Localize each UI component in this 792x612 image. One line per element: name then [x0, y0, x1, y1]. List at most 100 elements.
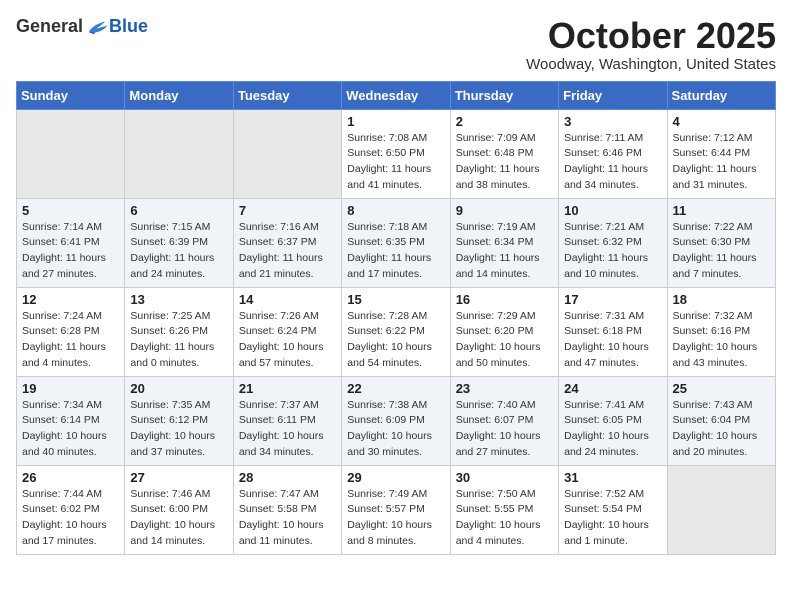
day-info: Sunrise: 7:16 AMSunset: 6:37 PMDaylight:…	[239, 220, 336, 283]
day-info: Sunrise: 7:41 AMSunset: 6:05 PMDaylight:…	[564, 398, 661, 461]
day-info: Sunrise: 7:25 AMSunset: 6:26 PMDaylight:…	[130, 309, 227, 372]
weekday-header-tuesday: Tuesday	[233, 81, 341, 109]
weekday-header-wednesday: Wednesday	[342, 81, 450, 109]
day-info: Sunrise: 7:26 AMSunset: 6:24 PMDaylight:…	[239, 309, 336, 372]
day-number: 15	[347, 292, 444, 307]
calendar-week-row: 19 Sunrise: 7:34 AMSunset: 6:14 PMDayligh…	[17, 376, 776, 465]
day-info: Sunrise: 7:18 AMSunset: 6:35 PMDaylight:…	[347, 220, 444, 283]
calendar-day-cell: 3Sunrise: 7:11 AMSunset: 6:46 PMDaylight…	[559, 109, 667, 198]
day-number: 7	[239, 203, 336, 218]
calendar-day-cell: 14 Sunrise: 7:26 AMSunset: 6:24 PMDayligh…	[233, 287, 341, 376]
calendar-day-cell: 28Sunrise: 7:47 AMSunset: 5:58 PMDayligh…	[233, 465, 341, 554]
day-info: Sunrise: 7:52 AMSunset: 5:54 PMDaylight:…	[564, 487, 661, 550]
day-number: 6	[130, 203, 227, 218]
day-number: 26	[22, 470, 119, 485]
calendar-week-row: 12 Sunrise: 7:24 AMSunset: 6:28 PMDayligh…	[17, 287, 776, 376]
day-number: 4	[673, 114, 770, 129]
logo: General Blue	[16, 16, 148, 37]
day-number: 27	[130, 470, 227, 485]
day-info: Sunrise: 7:46 AMSunset: 6:00 PMDaylight:…	[130, 487, 227, 550]
location-text: Woodway, Washington, United States	[526, 56, 776, 73]
day-info: Sunrise: 7:44 AMSunset: 6:02 PMDaylight:…	[22, 487, 119, 550]
logo-general-text: General	[16, 16, 83, 37]
calendar-day-cell: 10 Sunrise: 7:21 AMSunset: 6:32 PMDayligh…	[559, 198, 667, 287]
day-number: 25	[673, 381, 770, 396]
day-info: Sunrise: 7:14 AMSunset: 6:41 PMDaylight:…	[22, 220, 119, 283]
calendar-day-cell: 30Sunrise: 7:50 AMSunset: 5:55 PMDayligh…	[450, 465, 558, 554]
day-number: 13	[130, 292, 227, 307]
day-info: Sunrise: 7:22 AMSunset: 6:30 PMDaylight:…	[673, 220, 770, 283]
day-number: 21	[239, 381, 336, 396]
calendar-day-cell: 29Sunrise: 7:49 AMSunset: 5:57 PMDayligh…	[342, 465, 450, 554]
day-info: Sunrise: 7:37 AMSunset: 6:11 PMDaylight:…	[239, 398, 336, 461]
calendar-day-cell	[667, 465, 775, 554]
month-title: October 2025	[526, 16, 776, 56]
day-number: 9	[456, 203, 553, 218]
day-number: 17	[564, 292, 661, 307]
calendar-day-cell: 27 Sunrise: 7:46 AMSunset: 6:00 PMDayligh…	[125, 465, 233, 554]
day-info: Sunrise: 7:28 AMSunset: 6:22 PMDaylight:…	[347, 309, 444, 372]
calendar-day-cell: 2Sunrise: 7:09 AMSunset: 6:48 PMDaylight…	[450, 109, 558, 198]
calendar-day-cell	[125, 109, 233, 198]
calendar-day-cell: 19 Sunrise: 7:34 AMSunset: 6:14 PMDayligh…	[17, 376, 125, 465]
day-number: 8	[347, 203, 444, 218]
logo-blue-text: Blue	[109, 16, 148, 37]
calendar-day-cell: 16 Sunrise: 7:29 AMSunset: 6:20 PMDayligh…	[450, 287, 558, 376]
day-number: 18	[673, 292, 770, 307]
day-info: Sunrise: 7:12 AMSunset: 6:44 PMDaylight:…	[673, 131, 770, 194]
calendar-day-cell: 6 Sunrise: 7:15 AMSunset: 6:39 PMDaylight…	[125, 198, 233, 287]
day-info: Sunrise: 7:40 AMSunset: 6:07 PMDaylight:…	[456, 398, 553, 461]
day-info: Sunrise: 7:29 AMSunset: 6:20 PMDaylight:…	[456, 309, 553, 372]
day-info: Sunrise: 7:19 AMSunset: 6:34 PMDaylight:…	[456, 220, 553, 283]
calendar-day-cell: 21 Sunrise: 7:37 AMSunset: 6:11 PMDayligh…	[233, 376, 341, 465]
calendar-day-cell: 7 Sunrise: 7:16 AMSunset: 6:37 PMDaylight…	[233, 198, 341, 287]
calendar-day-cell	[233, 109, 341, 198]
calendar-week-row: 1 Sunrise: 7:08 AMSunset: 6:50 PMDaylight…	[17, 109, 776, 198]
day-number: 22	[347, 381, 444, 396]
calendar-week-row: 5 Sunrise: 7:14 AMSunset: 6:41 PMDaylight…	[17, 198, 776, 287]
calendar-day-cell: 5 Sunrise: 7:14 AMSunset: 6:41 PMDaylight…	[17, 198, 125, 287]
day-number: 19	[22, 381, 119, 396]
day-number: 11	[673, 203, 770, 218]
calendar-day-cell: 12 Sunrise: 7:24 AMSunset: 6:28 PMDayligh…	[17, 287, 125, 376]
day-number: 16	[456, 292, 553, 307]
day-info: Sunrise: 7:32 AMSunset: 6:16 PMDaylight:…	[673, 309, 770, 372]
day-info: Sunrise: 7:38 AMSunset: 6:09 PMDaylight:…	[347, 398, 444, 461]
day-number: 23	[456, 381, 553, 396]
day-info: Sunrise: 7:35 AMSunset: 6:12 PMDaylight:…	[130, 398, 227, 461]
calendar-week-row: 26 Sunrise: 7:44 AMSunset: 6:02 PMDayligh…	[17, 465, 776, 554]
weekday-header-saturday: Saturday	[667, 81, 775, 109]
day-info: Sunrise: 7:08 AMSunset: 6:50 PMDaylight:…	[347, 131, 444, 194]
day-number: 20	[130, 381, 227, 396]
calendar-day-cell: 11 Sunrise: 7:22 AMSunset: 6:30 PMDayligh…	[667, 198, 775, 287]
day-number: 31	[564, 470, 661, 485]
calendar-day-cell: 4 Sunrise: 7:12 AMSunset: 6:44 PMDaylight…	[667, 109, 775, 198]
day-number: 10	[564, 203, 661, 218]
calendar-day-cell: 15 Sunrise: 7:28 AMSunset: 6:22 PMDayligh…	[342, 287, 450, 376]
day-number: 12	[22, 292, 119, 307]
day-number: 24	[564, 381, 661, 396]
day-info: Sunrise: 7:15 AMSunset: 6:39 PMDaylight:…	[130, 220, 227, 283]
calendar-day-cell: 22 Sunrise: 7:38 AMSunset: 6:09 PMDayligh…	[342, 376, 450, 465]
weekday-header-friday: Friday	[559, 81, 667, 109]
calendar-day-cell: 26 Sunrise: 7:44 AMSunset: 6:02 PMDayligh…	[17, 465, 125, 554]
calendar-day-cell: 9 Sunrise: 7:19 AMSunset: 6:34 PMDaylight…	[450, 198, 558, 287]
day-number: 1	[347, 114, 444, 129]
calendar-table: SundayMondayTuesdayWednesdayThursdayFrid…	[16, 81, 776, 555]
weekday-header-thursday: Thursday	[450, 81, 558, 109]
page-header: General Blue October 2025 Woodway, Washi…	[16, 16, 776, 73]
weekday-header-sunday: Sunday	[17, 81, 125, 109]
weekday-header-monday: Monday	[125, 81, 233, 109]
day-number: 29	[347, 470, 444, 485]
day-info: Sunrise: 7:34 AMSunset: 6:14 PMDaylight:…	[22, 398, 119, 461]
day-number: 14	[239, 292, 336, 307]
day-info: Sunrise: 7:24 AMSunset: 6:28 PMDaylight:…	[22, 309, 119, 372]
day-number: 2	[456, 114, 553, 129]
day-info: Sunrise: 7:50 AMSunset: 5:55 PMDaylight:…	[456, 487, 553, 550]
day-info: Sunrise: 7:21 AMSunset: 6:32 PMDaylight:…	[564, 220, 661, 283]
calendar-day-cell: 24 Sunrise: 7:41 AMSunset: 6:05 PMDayligh…	[559, 376, 667, 465]
day-number: 5	[22, 203, 119, 218]
calendar-day-cell: 18 Sunrise: 7:32 AMSunset: 6:16 PMDayligh…	[667, 287, 775, 376]
calendar-day-cell	[17, 109, 125, 198]
calendar-day-cell: 17Sunrise: 7:31 AMSunset: 6:18 PMDayligh…	[559, 287, 667, 376]
